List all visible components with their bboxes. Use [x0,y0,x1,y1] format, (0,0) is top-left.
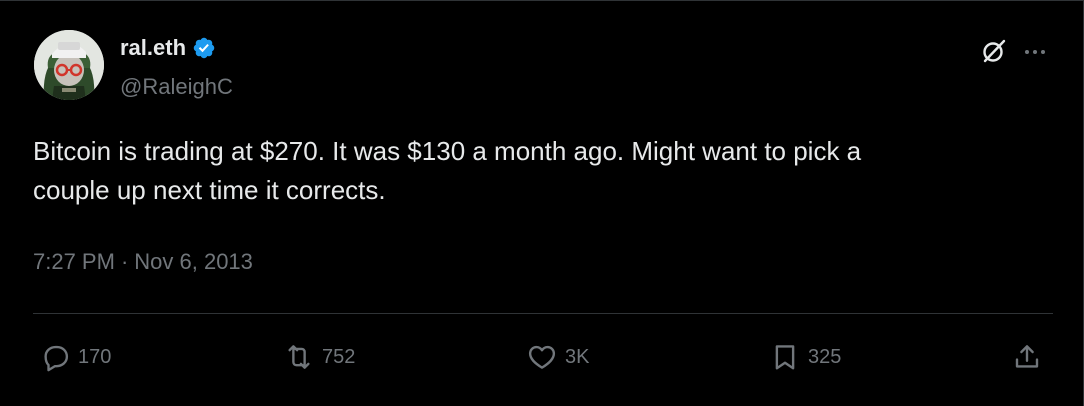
verified-badge-icon[interactable] [192,36,216,60]
grok-icon[interactable] [980,37,1008,65]
share-button[interactable] [1012,341,1042,373]
reply-count: 170 [78,345,112,368]
heart-icon [527,342,557,372]
like-button[interactable]: 3K [527,341,589,373]
reply-icon [40,342,70,372]
reply-button[interactable]: 170 [40,341,111,373]
repost-count: 752 [322,345,356,368]
tweet-text: Bitcoin is trading at $270. It was $130 … [33,136,862,205]
author-name-row: ral.eth [120,35,216,61]
author-handle[interactable]: @RaleighC [120,74,233,100]
bookmark-button[interactable]: 325 [770,341,841,373]
avatar[interactable] [34,30,104,100]
share-icon [1012,342,1042,372]
tweet-timestamp: 7:27 PM · Nov 6, 2013 [33,249,253,275]
tweet-date[interactable]: Nov 6, 2013 [134,249,253,275]
tweet-time[interactable]: 7:27 PM [33,249,115,275]
divider [33,313,1053,314]
bookmark-icon [770,342,800,372]
repost-button[interactable]: 752 [284,341,355,373]
tweet-card: ral.eth @RaleighC Bitcoin is trading at … [0,0,1084,406]
like-count: 3K [565,345,590,368]
bookmark-count: 325 [808,345,842,368]
more-icon[interactable] [1020,37,1050,67]
repost-icon [284,342,314,372]
display-name[interactable]: ral.eth [120,35,186,61]
meta-separator: · [120,249,129,274]
